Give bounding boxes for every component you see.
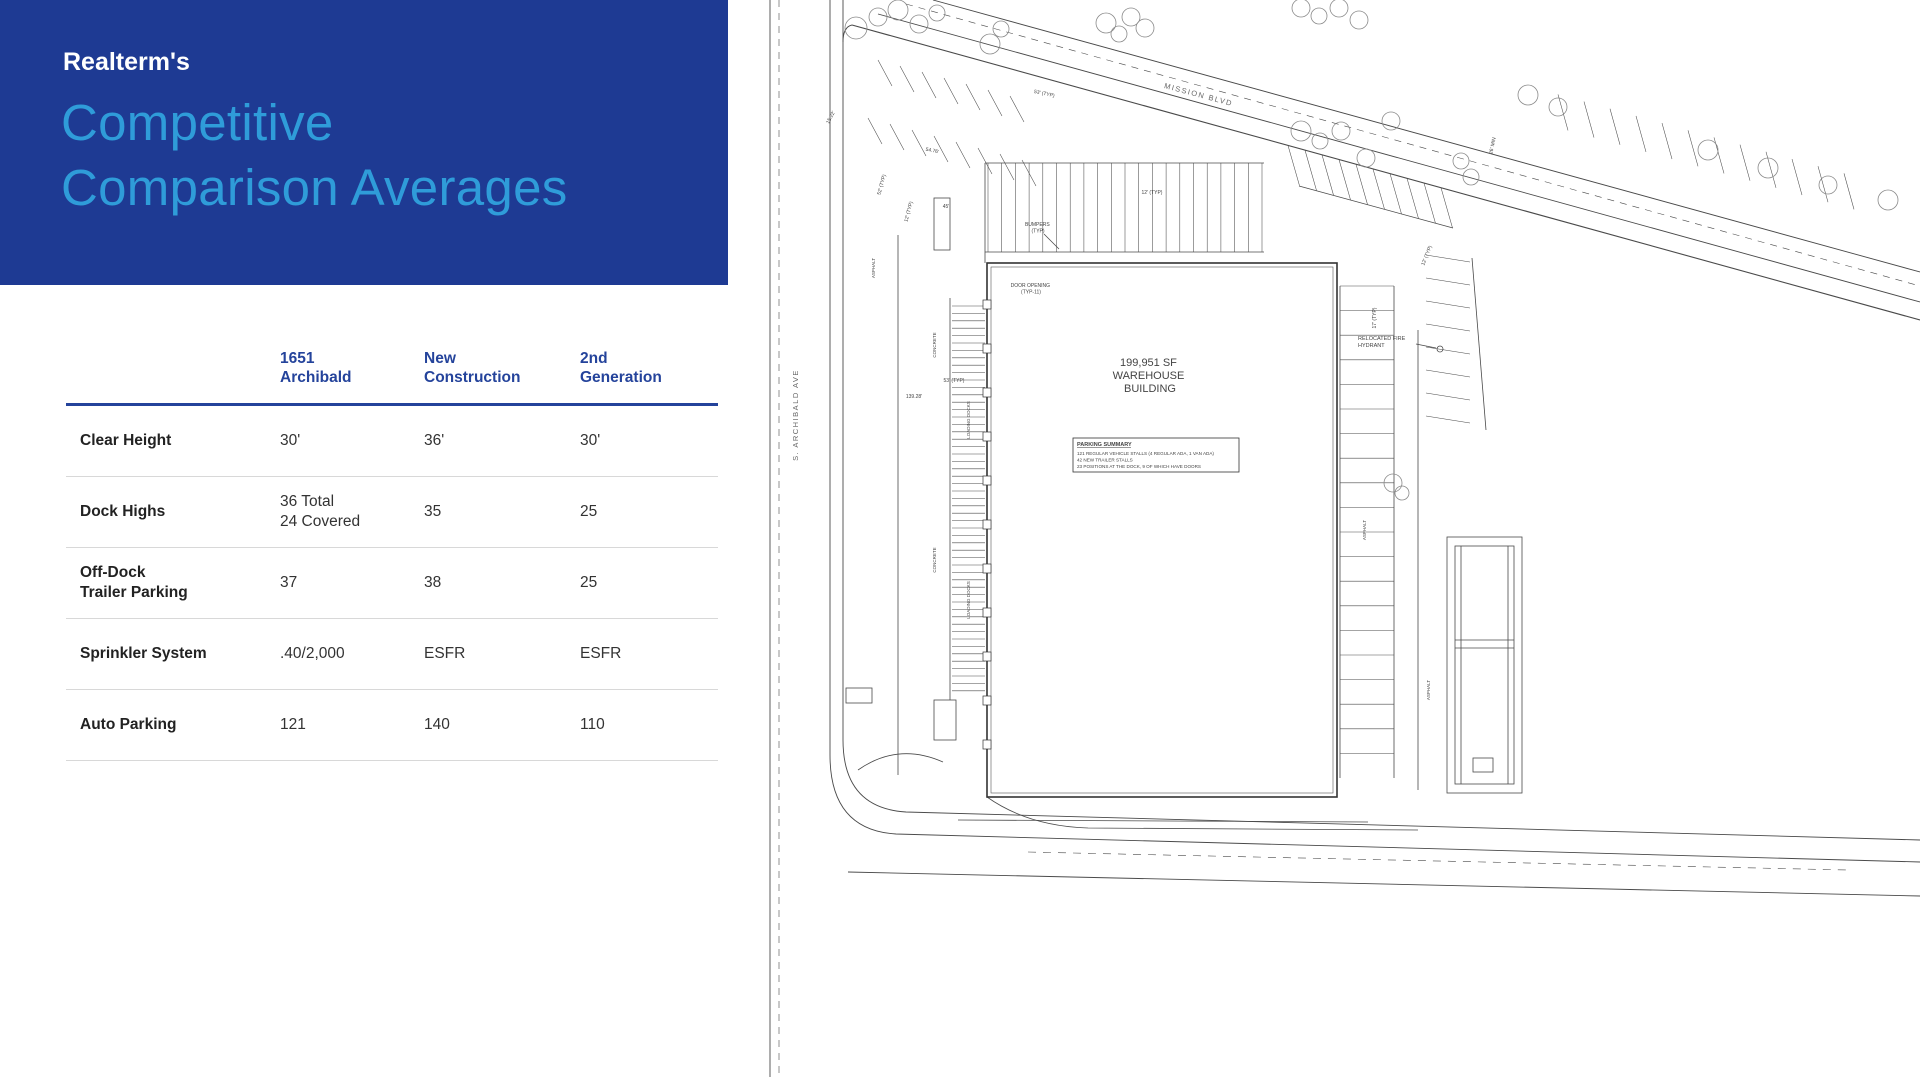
tree-icon <box>1548 97 1568 117</box>
dimension-label: 17' (TYP) <box>1372 307 1378 328</box>
texture-label: ASPHALT <box>871 258 876 278</box>
cell-value: 110 <box>580 716 605 734</box>
cell-value: 38 <box>424 574 442 592</box>
table-row: Off-Dock Trailer Parking 37 38 25 <box>66 548 718 620</box>
row-label: Clear Height <box>80 432 172 450</box>
texture-label: ASPHALT <box>1426 680 1431 700</box>
column-header-new-construction: New Construction <box>424 350 521 386</box>
fire-hydrant-leader <box>1415 343 1437 349</box>
site-plan-panel: MISSION BLVD S. ARCHIBALD AVE 199,951 SF… <box>728 0 1920 1077</box>
column-header-2nd-generation: 2nd Generation <box>580 350 662 386</box>
dimension-label: 12' (TYP) <box>1142 190 1163 196</box>
eyebrow-text: Realterm's <box>63 48 190 76</box>
row-label: Off-Dock Trailer Parking <box>80 564 188 602</box>
tree-icon <box>979 33 1001 55</box>
texture-label: CONCRETE <box>932 547 937 572</box>
table-row: Clear Height 30' 36' 30' <box>66 406 718 478</box>
parking-summary-title: PARKING SUMMARY <box>1077 442 1132 448</box>
tree-icon <box>1311 132 1329 150</box>
cell-value: 35 <box>424 503 442 521</box>
tree-icon <box>1517 84 1539 106</box>
dimension-label: 53' (TYP) <box>944 378 965 384</box>
dimension-label: 45' <box>943 204 950 210</box>
table-row: Auto Parking 121 140 110 <box>66 690 718 762</box>
column-header-1651-archibald: 1651 Archibald <box>280 350 352 386</box>
tree-icon <box>1818 175 1838 195</box>
header-block: Realterm's Competitive Comparison Averag… <box>0 0 728 285</box>
tree-icon <box>887 0 909 21</box>
fire-hydrant-label: RELOCATED FIRE HYDRANT <box>1358 336 1407 349</box>
parking-summary-line: 121 REGULAR VEHICLE STALLS (4 REGULAR AD… <box>1077 451 1214 456</box>
tree-icon <box>1452 152 1470 170</box>
parking-summary-line: 23 POSITIONS AT THE DOCK, 9 OF WHICH HAV… <box>1077 464 1201 469</box>
cell-value: .40/2,000 <box>280 645 345 663</box>
tree-icon <box>1095 12 1117 34</box>
dimension-label: 26' MIN <box>1488 136 1497 154</box>
dimension-label: 54.76' <box>925 147 939 156</box>
dimension-label: 12' (TYP) <box>1420 244 1434 266</box>
roads <box>769 0 1920 1077</box>
dimension-label: 12' (TYP) <box>903 201 914 223</box>
cell-value: 30' <box>280 432 301 450</box>
tree-icon <box>928 4 946 22</box>
comparison-table: 1651 Archibald New Construction 2nd Gene… <box>66 350 718 762</box>
texture-label: ASPHALT <box>1362 520 1367 540</box>
table-row: Dock Highs 36 Total 24 Covered 35 25 <box>66 477 718 549</box>
texture-label: LOADING DOCKS <box>966 581 971 619</box>
parking-summary-line: 42 NEW TRAILER STALLS <box>1077 458 1133 463</box>
row-label: Auto Parking <box>80 716 177 734</box>
tree-icon <box>1757 157 1779 179</box>
row-label: Dock Highs <box>80 503 166 521</box>
dimension-label: 139.28' <box>906 394 922 400</box>
cell-value: 36 Total 24 Covered <box>280 493 361 531</box>
cell-value: 36' <box>424 432 445 450</box>
cell-value: 25 <box>580 503 598 521</box>
cell-value: ESFR <box>580 645 622 663</box>
tree-icon <box>1331 121 1351 141</box>
cell-value: 25 <box>580 574 598 592</box>
tree-icon <box>868 7 888 27</box>
texture-label: CONCRETE <box>932 332 937 357</box>
table-row: Sprinkler System .40/2,000 ESFR ESFR <box>66 619 718 691</box>
tree-icon <box>1697 139 1719 161</box>
tree-icon <box>1356 148 1376 168</box>
cell-value: 37 <box>280 574 298 592</box>
slide-panel: Realterm's Competitive Comparison Averag… <box>0 0 755 1077</box>
dimension-label: 15.22' <box>825 110 837 125</box>
dimension-label: 52' (TYP) <box>876 174 887 196</box>
page-title: Competitive Comparison Averages <box>61 94 568 217</box>
warehouse-building <box>982 262 1338 798</box>
tree-icon <box>1291 0 1311 18</box>
cell-value: ESFR <box>424 645 466 663</box>
tree-icon <box>1394 485 1410 501</box>
tree-icon <box>1462 168 1480 186</box>
cell-value: 140 <box>424 716 450 734</box>
cell-value: 121 <box>280 716 306 734</box>
dimension-label: 53' (TYP) <box>1033 89 1055 99</box>
tree-icon <box>1135 18 1155 38</box>
tree-icon <box>1310 7 1328 25</box>
tree-icon <box>1329 0 1349 18</box>
cell-value: 30' <box>580 432 601 450</box>
parking-summary-box: PARKING SUMMARY 121 REGULAR VEHICLE STAL… <box>1072 437 1240 473</box>
street-label-archibald-ave: S. ARCHIBALD AVE <box>791 369 800 461</box>
tree-icon <box>1349 10 1369 30</box>
site-plan: MISSION BLVD S. ARCHIBALD AVE 199,951 SF… <box>769 0 1920 1077</box>
tree-icon <box>1110 25 1128 43</box>
table-header-row: 1651 Archibald New Construction 2nd Gene… <box>66 350 718 407</box>
texture-label: LOADING DOCKS <box>966 401 971 439</box>
row-label: Sprinkler System <box>80 645 207 663</box>
tree-icon <box>1381 111 1401 131</box>
tree-icon <box>1877 189 1899 211</box>
